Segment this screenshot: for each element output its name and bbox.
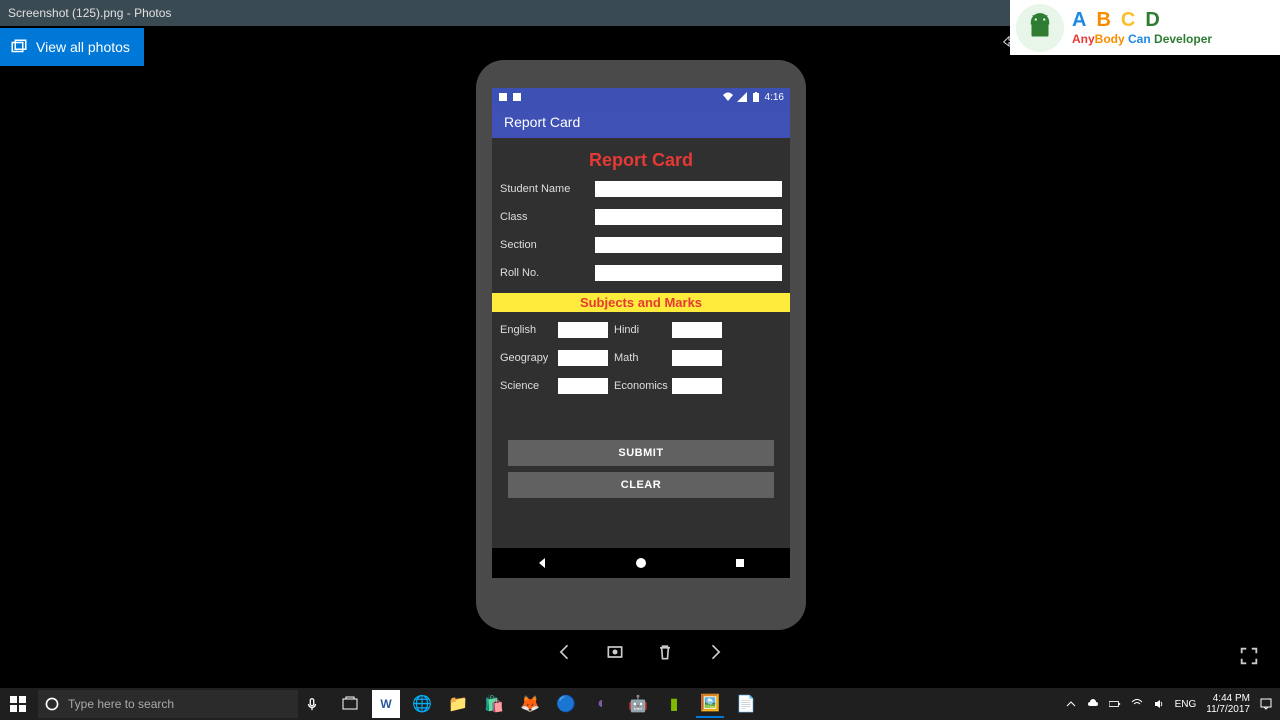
home-nav-icon[interactable] [634,556,648,570]
clock-date: 11/7/2017 [1206,704,1250,715]
app-notif-icon [498,92,508,102]
android-status-bar: 4:16 [492,88,790,106]
language-indicator[interactable]: ENG [1175,699,1197,710]
app-bar: Report Card [492,106,790,138]
student-input[interactable] [595,181,782,197]
firefox-app-icon[interactable]: 🦊 [516,690,544,718]
cortana-icon [44,696,60,712]
eclipse-app-icon[interactable]: ◐ [588,690,616,718]
submit-button[interactable]: SUBMIT [508,440,773,466]
taskbar-search[interactable]: Type here to search [38,690,298,718]
geography-label: Geograpy [500,352,552,364]
notepad-app-icon[interactable]: ▮ [660,690,688,718]
edge-app-icon[interactable]: 🌐 [408,690,436,718]
math-input[interactable] [672,350,722,366]
english-input[interactable] [558,322,608,338]
battery-tray-icon[interactable] [1109,698,1121,710]
status-time: 4:16 [765,92,784,103]
explorer-app-icon[interactable]: 📁 [444,690,472,718]
battery-icon [751,92,761,102]
recent-nav-icon[interactable] [733,556,747,570]
android-studio-icon[interactable]: 🤖 [624,690,652,718]
android-emulator-frame: 4:16 Report Card Report Card Student Nam… [476,60,806,630]
notifications-tray-icon[interactable] [1260,698,1272,710]
class-input[interactable] [595,209,782,225]
phone-screen: 4:16 Report Card Report Card Student Nam… [492,88,790,578]
word-app-icon[interactable]: W [372,690,400,718]
roll-input[interactable] [595,265,782,281]
volume-tray-icon[interactable] [1153,698,1165,710]
logo-letters: ABCD [1072,8,1212,32]
watermark-logo: ABCD AnyBody Can Developer [1010,0,1280,55]
wifi-icon [723,92,733,102]
taskbar-apps: W 🌐 📁 🛍️ 🦊 🔵 ◐ 🤖 ▮ 🖼️ 📄 [336,690,760,718]
wifi-tray-icon[interactable] [1131,698,1143,710]
taskbar-clock[interactable]: 4:44 PM 11/7/2017 [1206,693,1250,715]
app-content: Report Card Student Name Class Section R… [492,138,790,578]
start-button[interactable] [0,688,36,720]
section-label: Section [500,239,595,251]
chrome-app-icon[interactable]: 🔵 [552,690,580,718]
android-nav-bar [492,548,790,578]
economics-input[interactable] [672,378,722,394]
hindi-input[interactable] [672,322,722,338]
app-notif-icon [512,92,522,102]
student-label: Student Name [500,183,595,195]
clear-button[interactable]: CLEAR [508,472,773,498]
subjects-heading: Subjects and Marks [492,293,790,312]
roll-label: Roll No. [500,267,595,279]
next-photo-button[interactable] [705,642,725,662]
math-label: Math [614,352,666,364]
class-label: Class [500,211,595,223]
store-app-icon[interactable]: 🛍️ [480,690,508,718]
add-to-creation-button[interactable] [605,642,625,662]
hindi-label: Hindi [614,324,666,336]
windows-icon [10,696,26,712]
view-all-label: View all photos [36,39,130,55]
notepad2-app-icon[interactable]: 📄 [732,690,760,718]
android-icon [1016,4,1064,52]
clock-time: 4:44 PM [1206,693,1250,704]
mic-button[interactable] [298,697,326,711]
geography-input[interactable] [558,350,608,366]
economics-label: Economics [614,380,666,392]
science-label: Science [500,380,552,392]
photo-stack-icon [10,38,28,56]
english-label: English [500,324,552,336]
photos-app-icon[interactable]: 🖼️ [696,690,724,718]
tray-chevron-icon[interactable] [1065,698,1077,710]
section-input[interactable] [595,237,782,253]
app-title: Report Card [504,114,580,130]
task-view-button[interactable] [336,690,364,718]
back-nav-icon[interactable] [535,556,549,570]
view-all-photos-button[interactable]: View all photos [0,28,144,66]
window-title: Screenshot (125).png - Photos [8,6,171,20]
search-placeholder: Type here to search [68,697,174,711]
page-heading: Report Card [500,150,782,171]
onedrive-tray-icon[interactable] [1087,698,1099,710]
logo-subtitle: AnyBody Can Developer [1072,32,1212,46]
fullscreen-button[interactable] [1238,645,1260,672]
windows-taskbar: Type here to search W 🌐 📁 🛍️ 🦊 🔵 ◐ 🤖 ▮ 🖼… [0,688,1280,720]
signal-icon [737,92,747,102]
photo-viewer-controls [535,632,745,672]
delete-button[interactable] [655,642,675,662]
science-input[interactable] [558,378,608,394]
prev-photo-button[interactable] [555,642,575,662]
mic-icon [305,697,319,711]
system-tray: ENG 4:44 PM 11/7/2017 [1065,693,1280,715]
